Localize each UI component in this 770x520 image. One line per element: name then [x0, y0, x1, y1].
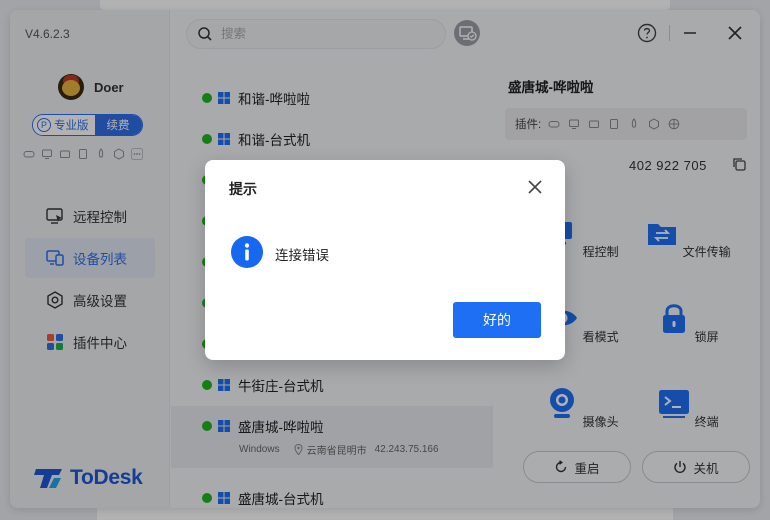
dialog-close-icon[interactable] — [527, 179, 543, 195]
error-dialog: 提示 连接错误 好的 — [205, 160, 565, 360]
dialog-title: 提示 — [229, 181, 257, 197]
info-icon — [231, 236, 263, 268]
dialog-message: 连接错误 — [275, 248, 329, 263]
ok-button[interactable]: 好的 — [453, 302, 541, 338]
